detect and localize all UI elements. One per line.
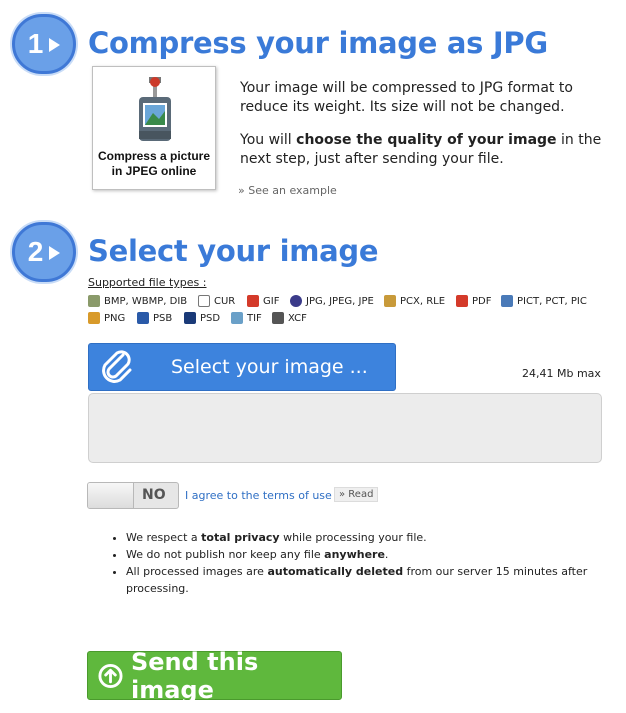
step-1-badge: 1 [12,14,76,74]
select-image-label: Select your image ... [171,356,368,378]
filetype-label: PICT, PCT, PIC [517,295,587,307]
filetype-label: PCX, RLE [400,295,446,307]
step-1-title: Compress your image as JPG [88,26,548,60]
filetype-xcf: XCF [272,312,307,324]
filetype-pict: PICT, PCT, PIC [501,295,587,307]
toggle-state: NO [142,487,166,503]
see-example-link[interactable]: » See an example [238,184,337,197]
jpg-icon [290,295,302,307]
filetype-label: BMP, WBMP, DIB [104,295,188,307]
filetype-label: TIF [247,312,262,324]
play-arrow-icon [49,246,61,260]
step-2-title: Select your image [88,234,379,268]
filetype-tif: TIF [231,312,262,324]
list-item: We do not publish nor keep any file anyw… [126,546,600,563]
filetype-label: GIF [263,295,280,307]
filetype-pdf: PDF [456,295,491,307]
filetype-label: PNG [104,312,126,324]
step-number: 1 [27,28,44,59]
filetype-png: PNG [88,312,125,324]
psb-icon [137,312,149,324]
filetype-label: PSB [153,312,173,324]
privacy-list: We respect a total privacy while process… [110,529,600,597]
paragraph2-bold: choose the quality of your image [296,132,557,148]
list-item: We respect a total privacy while process… [126,529,600,546]
compress-thumbnail: Compress a picture in JPEG online [92,66,216,190]
agree-terms-link[interactable]: I agree to the terms of use [185,489,332,502]
filetype-psb: PSB [137,312,172,324]
xcf-icon [272,312,284,324]
bmp-icon [88,295,100,307]
supported-file-types-label: Supported file types : [88,276,207,289]
pdf-icon [456,295,468,307]
read-terms-link[interactable]: » Read [334,487,379,502]
upload-arrow-icon [98,663,123,688]
filetype-pcx: PCX, RLE [384,295,445,307]
filetype-label: JPG, JPEG, JPE [306,295,374,307]
thumbnail-caption: Compress a picture in JPEG online [97,149,211,178]
paperclip-icon [102,350,132,383]
filetype-bmp: BMP, WBMP, DIB [88,295,187,307]
description-paragraph-1: Your image will be compressed to JPG for… [240,80,573,115]
file-drop-area[interactable] [88,393,602,463]
pcx-icon [384,295,396,307]
png-icon [88,312,100,324]
gif-icon [247,295,259,307]
send-image-button[interactable]: Send this image [87,648,342,704]
toggle-knob [88,483,134,508]
filetype-gif: GIF [247,295,279,307]
send-image-label: Send this image [130,647,259,704]
cursor-icon [198,295,210,307]
select-image-button[interactable]: Select your image ... [88,343,396,391]
filetype-label: PDF [472,295,492,307]
terms-toggle[interactable]: NO [87,482,179,509]
filetype-label: CUR [214,295,236,307]
play-arrow-icon [49,38,61,52]
max-size-label: 24,41 Mb max [522,367,601,380]
step-number: 2 [27,236,44,267]
pict-icon [501,295,513,307]
filetype-psd: PSD [184,312,220,324]
filetype-cur: CUR [198,295,235,307]
step-2-badge: 2 [12,222,76,282]
filetype-jpg: JPG, JPEG, JPE [290,295,374,307]
psd-icon [184,312,196,324]
filetype-label: PSD [200,312,221,324]
clamp-press-icon [139,77,171,141]
tif-icon [231,312,243,324]
list-item: All processed images are automatically d… [126,563,600,597]
paragraph2-pre: You will [240,132,297,148]
filetype-label: XCF [288,312,307,324]
description-paragraph-2: You will choose the quality of your imag… [240,131,612,169]
